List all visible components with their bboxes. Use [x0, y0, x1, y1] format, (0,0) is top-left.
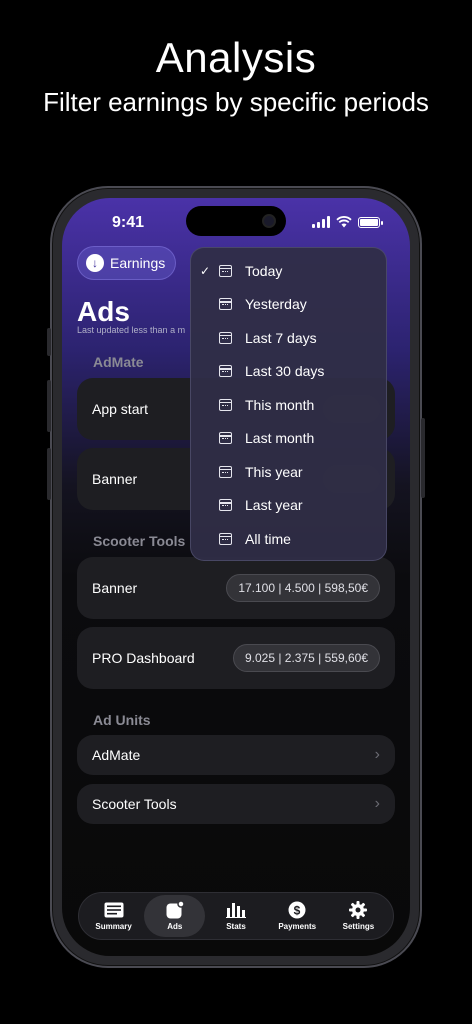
calendar-icon — [219, 532, 232, 545]
chevron-right-icon: › — [374, 795, 380, 812]
menu-item-last-year[interactable]: Last year — [191, 489, 386, 523]
phone-side-button — [47, 448, 51, 500]
menu-item-last-7-days[interactable]: Last 7 days — [191, 321, 386, 355]
menu-item-last-30-days[interactable]: Last 30 days — [191, 355, 386, 389]
calendar-icon — [219, 298, 232, 311]
menu-item-this-month[interactable]: This month — [191, 388, 386, 422]
section-header-ad-units: Ad Units — [93, 712, 151, 728]
wifi-icon — [336, 216, 352, 228]
calendar-icon — [219, 499, 232, 512]
dynamic-island — [186, 206, 286, 236]
tab-ads[interactable]: Ads — [144, 895, 206, 937]
ad-row-scooter-banner[interactable]: Banner 17.100 | 4.500 | 598,50€ — [77, 557, 395, 619]
menu-item-label: All time — [245, 530, 291, 547]
tab-payments[interactable]: $ Payments — [267, 895, 328, 937]
calendar-icon — [219, 365, 232, 378]
tab-label: Ads — [167, 921, 183, 931]
tab-label: Settings — [342, 921, 375, 931]
arrow-down-icon: ↓ — [86, 254, 104, 272]
menu-item-label: Last 7 days — [245, 329, 317, 346]
row-value-pill: 9.025 | 2.375 | 559,60€ — [232, 644, 380, 672]
calendar-icon — [219, 432, 232, 445]
calendar-icon — [219, 465, 232, 478]
row-label: App start — [92, 401, 149, 417]
battery-icon — [358, 216, 383, 228]
menu-item-label: This year — [245, 463, 303, 480]
tab-label: Payments — [278, 921, 317, 931]
ad-row-pro-dashboard[interactable]: PRO Dashboard 9.025 | 2.375 | 559,60€ — [77, 627, 395, 689]
menu-item-yesterday[interactable]: Yesterday — [191, 288, 386, 322]
menu-item-label: This month — [245, 396, 315, 413]
earnings-filter-button[interactable]: ↓ Earnings — [77, 246, 177, 280]
menu-item-last-month[interactable]: Last month — [191, 422, 386, 456]
ad-unit-admate[interactable]: AdMate › — [77, 735, 395, 775]
dollar-icon: $ — [288, 901, 306, 919]
row-label: Banner — [92, 580, 138, 596]
signal-icon — [312, 216, 330, 228]
tab-summary[interactable]: Summary — [83, 895, 144, 937]
list-icon — [104, 902, 124, 919]
tab-settings[interactable]: Settings — [328, 895, 389, 937]
earnings-filter-label: Earnings — [110, 255, 166, 271]
status-time: 9:41 — [112, 214, 145, 231]
gear-icon — [349, 901, 368, 919]
row-value-pill: 17.100 | 4.500 | 598,50€ — [226, 574, 380, 602]
camera-icon — [262, 214, 276, 228]
section-header-admate: AdMate — [93, 354, 144, 370]
tab-label: Stats — [226, 921, 246, 931]
tab-bar: Summary Ads Stats $ Payments Settings — [78, 892, 394, 940]
menu-item-all-time[interactable]: All time — [191, 522, 386, 556]
phone-side-button — [47, 328, 51, 356]
svg-text:$: $ — [294, 904, 301, 918]
last-updated: Last updated less than a m — [77, 325, 186, 335]
menu-item-label: Last 30 days — [245, 363, 325, 380]
row-label: Banner — [92, 471, 138, 487]
menu-item-label: Last year — [245, 497, 303, 514]
phone-side-button — [47, 380, 51, 432]
bar-chart-icon — [226, 902, 246, 919]
ad-unit-scooter-tools[interactable]: Scooter Tools › — [77, 784, 395, 824]
phone-side-button — [421, 418, 425, 498]
menu-item-label: Last month — [245, 430, 315, 447]
menu-item-today[interactable]: ✓ Today — [191, 254, 386, 288]
period-dropdown-menu: ✓ Today Yesterday Last 7 days Last 30 day… — [190, 247, 387, 561]
menu-item-label: Yesterday — [245, 296, 307, 313]
menu-item-this-year[interactable]: This year — [191, 455, 386, 489]
tab-stats[interactable]: Stats — [205, 895, 266, 937]
row-label: AdMate — [92, 747, 141, 763]
menu-item-label: Today — [245, 262, 283, 279]
status-icons — [312, 216, 383, 228]
chevron-right-icon: › — [374, 746, 380, 763]
promo-subtitle: Filter earnings by specific periods — [43, 87, 429, 117]
ads-icon — [166, 901, 184, 919]
row-label: PRO Dashboard — [92, 650, 195, 666]
calendar-icon — [219, 331, 232, 344]
section-header-scooter-tools: Scooter Tools — [93, 533, 186, 549]
phone-screen: 9:41 ↓ Earnings Ads Last updated less th… — [62, 198, 410, 956]
calendar-icon — [219, 398, 232, 411]
tab-label: Summary — [95, 921, 132, 931]
page-title: Ads — [77, 296, 130, 327]
row-label: Scooter Tools — [92, 796, 177, 812]
calendar-icon — [219, 264, 232, 277]
promo-title: Analysis — [155, 34, 317, 81]
checkmark-icon: ✓ — [199, 263, 211, 278]
